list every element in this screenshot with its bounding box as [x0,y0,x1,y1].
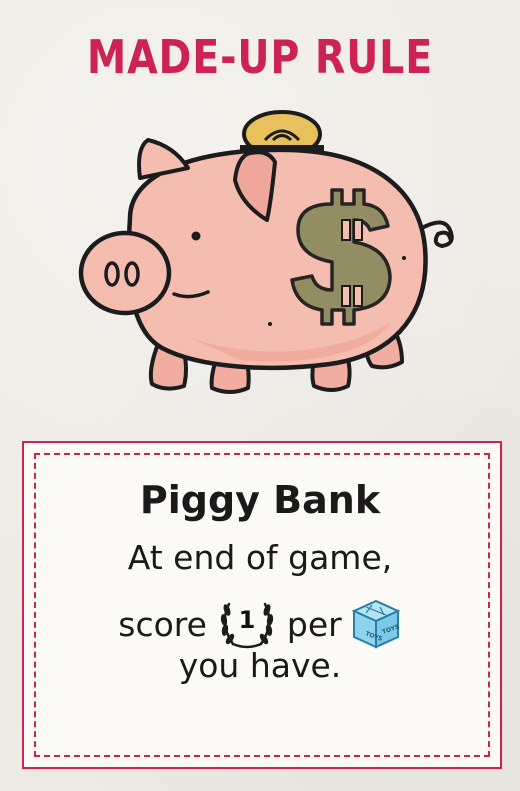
toys-die-icon: TOYS TOYS [350,597,402,651]
game-card: MADE-UP RULE Piggy Bank At end of game, … [0,0,520,791]
score-value: 1 [238,606,256,634]
rule-text-line3: you have. [178,646,342,685]
per-word: per [286,604,342,644]
laurel-points-icon: 1 [215,596,279,652]
rule-text-line1: At end of game, [127,538,393,577]
rule-text-line2: score 1 per TOYS TOYS [0,596,520,652]
piggy-bank-illustration [78,110,454,394]
score-word: score [118,604,207,644]
rule-title: Piggy Bank [139,478,381,522]
card-category-title: MADE-UP RULE [86,30,434,84]
